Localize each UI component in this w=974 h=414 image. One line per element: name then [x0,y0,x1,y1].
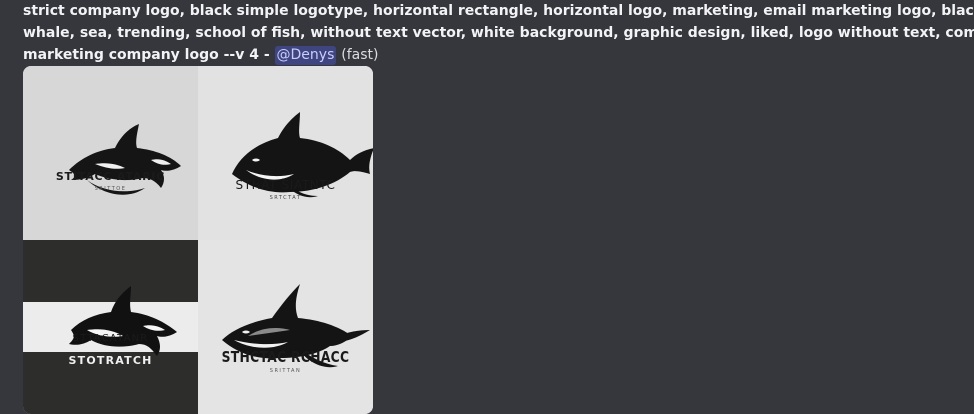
logo-subtitle: SRTCTAT [269,195,302,201]
logo-subtitle: SRITTOE [94,186,127,192]
user-mention[interactable]: @Denys [274,46,337,65]
logo-subtitle: STOTRATCH [68,354,153,367]
prompt-line-1: strict company logo, black simple logoty… [23,3,974,19]
orca-logo-icon [69,286,177,356]
logo-title: STHCTAC RCHACC [221,348,350,366]
image-tile-2[interactable]: STHAT SIATNTC SRTCTAT [198,66,373,240]
logo-title: STHAT SIATNTC [235,178,336,192]
image-tile-1[interactable]: STITACC ATARIC SRITTOE [23,66,198,240]
prompt-line-2: whale, sea, trending, school of fish, wi… [23,25,974,41]
shark-logo-icon [222,284,370,368]
logo-title: STITACC ATARIC [55,170,166,183]
logo-subtitle: SRITTAN [269,368,302,374]
shark-logo-icon [232,112,373,198]
prompt-line-3: marketing company logo --v 4 - @Denys (f… [23,44,974,66]
speed-label: (fast) [341,47,379,63]
message: strict company logo, black simple logoty… [0,0,974,414]
orca-logo-icon [69,124,181,195]
image-grid[interactable]: STITACC ATARIC SRITTOE STHAT SIATNTC SRT… [23,66,373,414]
image-tile-4[interactable]: STHCTAC RCHACC SRITTAN [198,240,373,414]
prompt-line-3-text: marketing company logo --v 4 - [23,47,275,63]
prompt-text: strict company logo, black simple logoty… [23,0,974,66]
image-tile-3[interactable]: STTACATANR STOTRATCH [23,240,198,414]
logo-title: STTACATANR [72,333,149,344]
